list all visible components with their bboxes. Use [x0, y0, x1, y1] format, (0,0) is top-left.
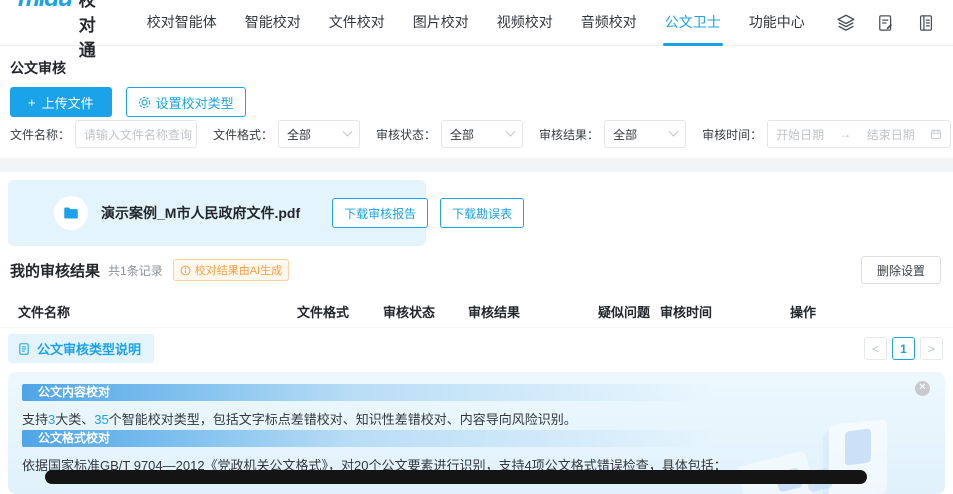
start-date-placeholder: 开始日期: [776, 126, 824, 143]
chevron-down-icon: [343, 126, 353, 136]
top-nav-bar: midu 校对通 校对智能体 智能校对 文件校对 图片校对 视频校对 音频校对 …: [0, 0, 953, 46]
ai-generated-badge: 校对结果由AI生成: [173, 259, 289, 281]
gear-icon: [138, 96, 151, 109]
nav-item-gov-doc-guard[interactable]: 公文卫士: [651, 0, 735, 46]
file-name-placeholder: 请输入文件名称查询: [84, 126, 192, 143]
main-nav: 校对智能体 智能校对 文件校对 图片校对 视频校对 音频校对 公文卫士 功能中心: [133, 0, 819, 46]
page-number-1[interactable]: 1: [892, 337, 915, 360]
logo-suffix-text: 校对通: [79, 0, 97, 61]
calendar-icon: [930, 128, 942, 140]
close-icon[interactable]: ✕: [915, 381, 930, 396]
demo-file-card: 演示案例_M市人民政府文件.pdf 下载审核报告 下载勘误表: [8, 180, 426, 246]
nav-item-image-proof[interactable]: 图片校对: [399, 0, 483, 46]
page-number-label: 1: [900, 342, 907, 356]
column-review-time: 审核时间: [660, 302, 712, 321]
format-proof-heading: 公文格式校对: [22, 430, 714, 447]
content-highlight-35: 35: [94, 412, 108, 427]
content-text-part: 个智能校对类型，包括文字标点差错校对、知识性差错校对、内容导向风险识别。: [109, 412, 577, 427]
next-page-arrow-icon: >: [928, 342, 935, 356]
upload-file-button[interactable]: + 上传文件: [10, 87, 112, 117]
filter-bar: 文件名称： 请输入文件名称查询 文件格式： 全部 审核状态： 全部 审核结果： …: [10, 120, 953, 148]
nav-item-proof-agent[interactable]: 校对智能体: [133, 0, 231, 46]
logo-brand-text: midu: [18, 0, 72, 13]
doc-type-description-tab[interactable]: 公文审核类型说明: [8, 334, 154, 363]
content-proof-description: 支持3大类、35个智能校对类型，包括文字标点差错校对、知识性差错校对、内容导向风…: [22, 409, 577, 428]
column-suspected-issues: 疑似问题: [598, 302, 650, 321]
nav-item-file-proof[interactable]: 文件校对: [315, 0, 399, 46]
date-range-picker[interactable]: 开始日期 → 结束日期: [767, 120, 951, 148]
folder-icon: [54, 196, 88, 230]
results-count: 共1条记录: [108, 262, 163, 279]
file-name-search-input[interactable]: 请输入文件名称查询: [75, 120, 197, 148]
filter-review-result: 审核结果： 全部: [539, 120, 686, 148]
set-proof-type-button[interactable]: 设置校对类型: [126, 87, 246, 117]
format-proof-heading-band: 公文格式校对: [22, 430, 714, 447]
review-result-select[interactable]: 全部: [604, 120, 686, 148]
nav-item-smart-proof[interactable]: 智能校对: [231, 0, 315, 46]
end-date-placeholder: 结束日期: [867, 126, 915, 143]
demo-file-name: 演示案例_M市人民政府文件.pdf: [101, 203, 300, 223]
action-buttons: + 上传文件 设置校对类型: [10, 87, 246, 117]
next-page-button[interactable]: >: [920, 337, 943, 360]
chevron-down-icon: [669, 126, 679, 136]
download-errata-label: 下载勘误表: [452, 205, 512, 222]
column-file-name: 文件名称: [18, 302, 70, 321]
content-text-part: 支持: [22, 412, 48, 427]
prev-page-arrow-icon: <: [872, 342, 879, 356]
nav-item-feature-center[interactable]: 功能中心: [735, 0, 819, 46]
file-format-label: 文件格式：: [213, 126, 273, 143]
download-errata-button[interactable]: 下载勘误表: [440, 198, 524, 228]
section-divider: [0, 158, 953, 172]
app-logo[interactable]: midu 校对通: [18, 0, 97, 61]
ai-generated-badge-label: 校对结果由AI生成: [195, 262, 282, 278]
results-title: 我的审核结果: [10, 260, 100, 281]
results-header-row: 我的审核结果 共1条记录 校对结果由AI生成 删除设置: [10, 256, 941, 284]
review-result-label: 审核结果：: [539, 126, 599, 143]
file-format-select[interactable]: 全部: [278, 120, 360, 148]
content-proof-heading: 公文内容校对: [22, 384, 714, 401]
review-time-label: 审核时间：: [702, 126, 762, 143]
nav-item-audio-proof[interactable]: 音频校对: [567, 0, 651, 46]
results-table-header: 文件名称 文件格式 审核状态 审核结果 疑似问题 审核时间 操作: [0, 294, 953, 328]
page-title: 公文审核: [10, 58, 66, 78]
plus-icon: +: [28, 95, 36, 110]
notebook-icon[interactable]: [913, 10, 939, 36]
doc-type-description-label: 公文审核类型说明: [37, 339, 141, 358]
range-arrow: →: [839, 127, 851, 141]
chevron-down-icon: [506, 126, 516, 136]
column-actions: 操作: [790, 302, 816, 321]
content-proof-heading-band: 公文内容校对: [22, 384, 714, 401]
upload-file-label: 上传文件: [42, 93, 94, 112]
layers-icon[interactable]: [833, 10, 859, 36]
content-text-part: 大类、: [55, 412, 94, 427]
filter-file-format: 文件格式： 全部: [213, 120, 360, 148]
type-description-row: 公文审核类型说明 < 1 >: [8, 334, 943, 363]
column-file-format: 文件格式: [297, 302, 349, 321]
filter-file-name: 文件名称： 请输入文件名称查询: [10, 120, 197, 148]
pagination: < 1 >: [864, 337, 943, 360]
info-icon: [180, 265, 191, 276]
document-icon: [17, 342, 31, 356]
filter-review-status: 审核状态： 全部: [376, 120, 523, 148]
review-status-value: 全部: [450, 126, 474, 143]
delete-settings-button[interactable]: 删除设置: [861, 256, 941, 284]
download-report-label: 下载审核报告: [344, 205, 416, 222]
column-review-result: 审核结果: [468, 302, 520, 321]
delete-settings-label: 删除设置: [877, 262, 925, 279]
file-format-value: 全部: [287, 126, 311, 143]
review-status-label: 审核状态：: [376, 126, 436, 143]
filter-review-time: 审核时间： 开始日期 → 结束日期: [702, 120, 951, 148]
header-actions: w: [819, 10, 953, 36]
prev-page-button[interactable]: <: [864, 337, 887, 360]
download-report-button[interactable]: 下载审核报告: [332, 198, 428, 228]
note-edit-icon[interactable]: [873, 10, 899, 36]
window-bottom-edge: [45, 470, 867, 484]
review-result-value: 全部: [613, 126, 637, 143]
column-review-status: 审核状态: [383, 302, 435, 321]
nav-item-video-proof[interactable]: 视频校对: [483, 0, 567, 46]
review-status-select[interactable]: 全部: [441, 120, 523, 148]
file-name-label: 文件名称：: [10, 126, 70, 143]
set-proof-type-label: 设置校对类型: [156, 93, 234, 112]
